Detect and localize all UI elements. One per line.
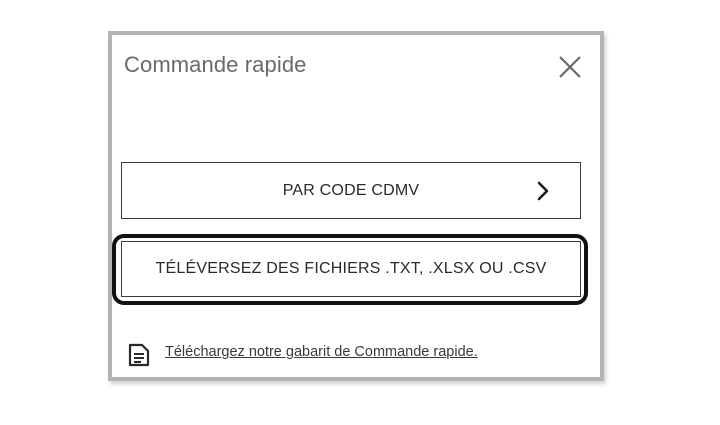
template-download-row: Téléchargez notre gabarit de Commande ra… [126,342,478,368]
by-cdmv-code-label: PAR CODE CDMV [282,181,420,199]
close-icon [558,55,582,79]
document-icon [126,342,152,368]
upload-files-label: TÉLÉVERSEZ DES FICHIERS .TXT, .XLSX OU .… [155,260,547,277]
chevron-right-icon [536,181,550,201]
download-template-link[interactable]: Téléchargez notre gabarit de Commande ra… [165,344,478,360]
quick-order-dialog: Commande rapide PAR CODE CDMV TÉLÉVERSEZ… [108,31,604,381]
close-button[interactable] [558,55,582,79]
by-cdmv-code-button[interactable]: PAR CODE CDMV [121,162,581,219]
dialog-title: Commande rapide [124,52,307,77]
screenshot-stage: Commande rapide PAR CODE CDMV TÉLÉVERSEZ… [0,0,720,425]
upload-files-button[interactable]: TÉLÉVERSEZ DES FICHIERS .TXT, .XLSX OU .… [121,241,581,297]
